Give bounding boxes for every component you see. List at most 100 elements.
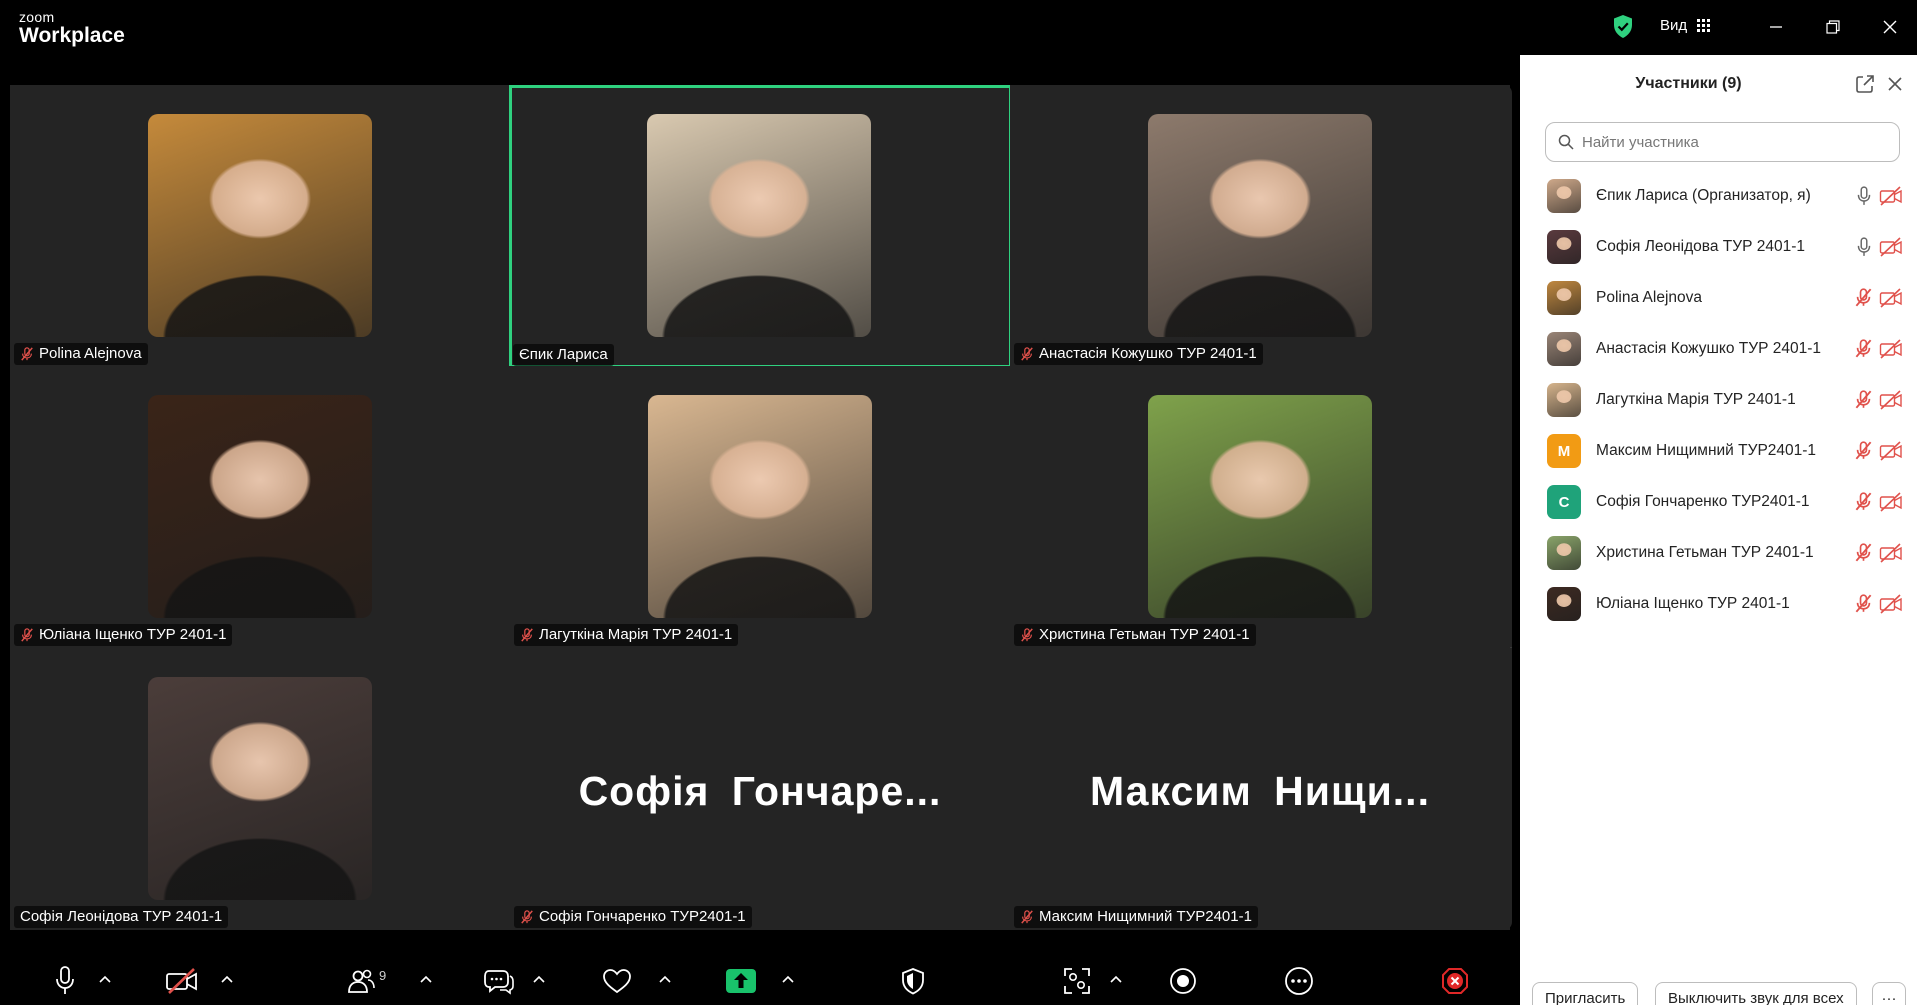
view-button[interactable]: Вид (1660, 17, 1687, 34)
microphone-icon[interactable] (1854, 186, 1874, 206)
video-options-caret-icon[interactable] (221, 975, 233, 983)
avatar (1547, 383, 1581, 417)
apps-button[interactable] (1063, 957, 1091, 1005)
video-off-icon[interactable] (1879, 594, 1903, 614)
panel-more-button[interactable]: ··· (1872, 982, 1906, 1005)
muted-mic-icon[interactable] (1854, 594, 1874, 614)
participant-row[interactable]: Софія Леонідова ТУР 2401-1 (1520, 222, 1917, 273)
video-off-icon[interactable] (1879, 441, 1903, 461)
muted-mic-icon (21, 628, 33, 642)
restore-button[interactable] (1818, 12, 1848, 42)
muted-mic-icon[interactable] (1854, 288, 1874, 308)
video-off-icon[interactable] (1879, 339, 1903, 359)
participant-row[interactable]: Юліана Іщенко ТУР 2401-1 (1520, 579, 1917, 630)
close-window-button[interactable] (1875, 12, 1905, 42)
participant-row[interactable]: Лагуткіна Марія ТУР 2401-1 (1520, 375, 1917, 426)
microphone-icon[interactable] (1854, 237, 1874, 257)
invite-button[interactable]: Пригласить (1532, 982, 1639, 1005)
muted-mic-icon[interactable] (1854, 543, 1874, 563)
participants-button[interactable]: 9 (347, 957, 386, 1005)
video-off-icon[interactable] (1879, 390, 1903, 410)
participant-name: Софія Гончаренко ТУР2401-1 (1596, 493, 1810, 510)
video-tile[interactable]: Лагуткіна Марія ТУР 2401-1 (510, 366, 1010, 648)
video-tile[interactable]: Софія Леонідова ТУР 2401-1 (10, 648, 510, 930)
audio-options-caret-icon[interactable] (99, 975, 111, 983)
video-tile[interactable]: Софія Гончаре... Софія Гончаренко ТУР2401… (510, 648, 1010, 930)
muted-mic-icon[interactable] (1854, 492, 1874, 512)
more-button[interactable] (1284, 957, 1314, 1005)
participants-caret-icon[interactable] (420, 975, 432, 983)
video-off-icon[interactable] (1879, 186, 1903, 206)
participants-count: 9 (379, 967, 387, 983)
video-tile[interactable]: Максим Нищи... Максим Нищимний ТУР2401-1 (1010, 648, 1510, 930)
participant-row[interactable]: Анастасія Кожушко ТУР 2401-1 (1520, 324, 1917, 375)
share-screen-button[interactable] (726, 957, 756, 1005)
mute-all-button[interactable]: Выключить звук для всех (1655, 982, 1857, 1005)
title-bar: zoom Workplace Вид (0, 0, 1917, 55)
video-off-icon[interactable] (1879, 543, 1903, 563)
record-button[interactable] (1169, 957, 1197, 1005)
popout-icon[interactable] (1854, 73, 1876, 95)
camera-off-icon (1879, 390, 1902, 410)
muted-mic-icon (521, 910, 533, 924)
minimize-button[interactable] (1761, 12, 1791, 42)
security-shield-icon[interactable] (1612, 14, 1634, 39)
tile-name-label: Христина Гетьман ТУР 2401-1 (1039, 626, 1250, 643)
muted-mic-icon[interactable] (1854, 390, 1874, 410)
chat-button[interactable] (484, 957, 514, 1005)
participant-row[interactable]: Христина Гетьман ТУР 2401-1 (1520, 528, 1917, 579)
participant-row[interactable]: Polina Alejnova (1520, 273, 1917, 324)
start-video-button[interactable] (165, 957, 199, 1005)
participant-row[interactable]: Єпик Лариса (Организатор, я) (1520, 171, 1917, 222)
muted-mic-icon[interactable] (1854, 441, 1874, 461)
zoom-window: zoom Workplace Вид Polina Alejnova Єпик Л… (0, 0, 1917, 1005)
apps-caret-icon[interactable] (1110, 975, 1122, 983)
participant-list: Єпик Лариса (Организатор, я) Софія Леонід… (1520, 171, 1917, 630)
heart-icon (603, 969, 631, 994)
video-off-icon[interactable] (1879, 492, 1903, 512)
search-icon (1558, 134, 1574, 150)
participant-name: Софія Леонідова ТУР 2401-1 (1596, 238, 1806, 255)
video-tile[interactable]: Юліана Іщенко ТУР 2401-1 (10, 366, 510, 648)
chat-icon (484, 970, 514, 995)
video-tile[interactable]: Анастасія Кожушко ТУР 2401-1 (1010, 85, 1510, 367)
tile-name-label: Софія Леонідова ТУР 2401-1 (20, 908, 223, 925)
tile-name-tag: Софія Леонідова ТУР 2401-1 (14, 906, 229, 928)
muted-mic-icon[interactable] (1854, 339, 1874, 359)
participant-row[interactable]: C Софія Гончаренко ТУР2401-1 (1520, 477, 1917, 528)
avatar: C (1547, 485, 1581, 519)
video-tile[interactable]: Polina Alejnova (10, 85, 510, 367)
participant-row[interactable]: M Максим Нищимний ТУР2401-1 (1520, 426, 1917, 477)
search-input[interactable] (1582, 133, 1882, 151)
end-meeting-button[interactable] (1440, 957, 1470, 1005)
reactions-caret-icon[interactable] (659, 975, 671, 983)
participant-search[interactable] (1545, 122, 1900, 162)
mute-audio-button[interactable] (54, 957, 76, 1005)
camera-off-icon (1879, 492, 1902, 512)
close-panel-icon[interactable] (1884, 73, 1906, 95)
mic-off-icon (1855, 390, 1872, 409)
video-tile[interactable]: Єпик Лариса (509, 85, 1012, 368)
muted-mic-icon (1021, 628, 1033, 642)
mic-off-icon (1855, 441, 1872, 460)
video-off-icon[interactable] (1879, 237, 1903, 257)
host-tools-button[interactable] (900, 957, 926, 1005)
reactions-button[interactable] (602, 957, 632, 1005)
camera-off-icon (1879, 441, 1902, 461)
video-off-icon[interactable] (1879, 288, 1903, 308)
video-tile[interactable]: Христина Гетьман ТУР 2401-1 (1010, 366, 1510, 648)
logo-big-text: Workplace (19, 24, 125, 47)
share-caret-icon[interactable] (782, 975, 794, 983)
participant-name: Максим Нищимний ТУР2401-1 (1596, 442, 1817, 459)
tile-display-name: Софія Гончаре... (578, 768, 942, 814)
mic-off-icon (1855, 288, 1872, 307)
participant-video (148, 677, 372, 900)
grid-view-icon[interactable] (1697, 19, 1710, 32)
share-screen-icon (726, 969, 756, 993)
participant-video (1148, 395, 1372, 618)
mic-off-icon (1855, 492, 1872, 511)
participant-name: Юліана Іщенко ТУР 2401-1 (1596, 595, 1790, 612)
tile-name-tag: Христина Гетьман ТУР 2401-1 (1014, 624, 1256, 646)
avatar: M (1547, 434, 1581, 468)
chat-caret-icon[interactable] (533, 975, 545, 983)
